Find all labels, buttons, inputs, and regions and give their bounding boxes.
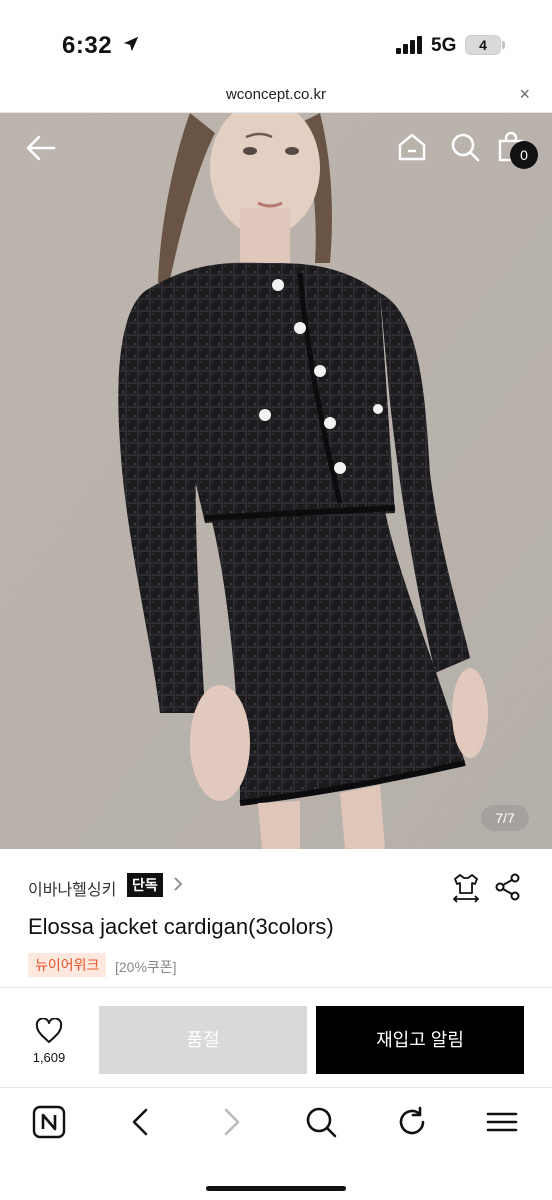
status-bar: 6:32 5G 4: [0, 0, 552, 80]
coupon-label: [20%쿠폰]: [115, 959, 177, 975]
url-bar[interactable]: wconcept.co.kr ×: [0, 80, 552, 113]
browser-toolbar: [0, 1087, 552, 1200]
search-icon[interactable]: [304, 1105, 338, 1139]
heart-icon[interactable]: [35, 1018, 63, 1044]
location-arrow-icon: [123, 36, 139, 52]
search-icon[interactable]: [449, 131, 481, 163]
product-title: Elossa jacket cardigan(3colors): [28, 914, 334, 939]
close-icon[interactable]: ×: [519, 84, 530, 105]
brand-link[interactable]: 이바나헬싱키: [28, 876, 116, 900]
back-arrow-icon[interactable]: [24, 131, 58, 165]
cell-signal-icon: [396, 36, 422, 54]
reload-icon[interactable]: [395, 1105, 429, 1139]
url-text[interactable]: wconcept.co.kr: [0, 86, 552, 103]
chevron-right-icon[interactable]: [172, 875, 184, 893]
battery-nub: [502, 41, 505, 49]
product-photo: [0, 113, 552, 849]
size-fit-icon[interactable]: [452, 873, 480, 903]
forward-chevron-icon[interactable]: [214, 1105, 248, 1139]
battery-icon: 4: [465, 35, 501, 55]
cart-count-badge[interactable]: 0: [510, 141, 538, 169]
event-tag: 뉴이어위크: [28, 953, 107, 977]
image-counter: 7/7: [481, 805, 529, 831]
product-image-carousel[interactable]: 0 7/7: [0, 113, 552, 849]
restock-notify-button[interactable]: 재입고 알림: [316, 1006, 524, 1074]
network-type: 5G: [431, 35, 457, 56]
back-chevron-icon[interactable]: [124, 1105, 158, 1139]
soldout-button[interactable]: 품절: [99, 1006, 307, 1074]
menu-icon[interactable]: [485, 1105, 519, 1139]
share-icon[interactable]: [494, 873, 522, 901]
exclusive-badge: 단독: [127, 873, 163, 897]
purchase-action-bar: 1,609 품절 재입고 알림: [0, 987, 552, 1087]
naver-n-icon[interactable]: [32, 1105, 66, 1139]
home-indicator: [206, 1186, 346, 1191]
like-count: 1,609: [32, 1050, 66, 1065]
status-time: 6:32: [62, 32, 113, 59]
product-info: 이바나헬싱키 단독 Elossa jacket cardigan(3colors…: [0, 849, 552, 987]
home-icon[interactable]: [396, 131, 428, 163]
